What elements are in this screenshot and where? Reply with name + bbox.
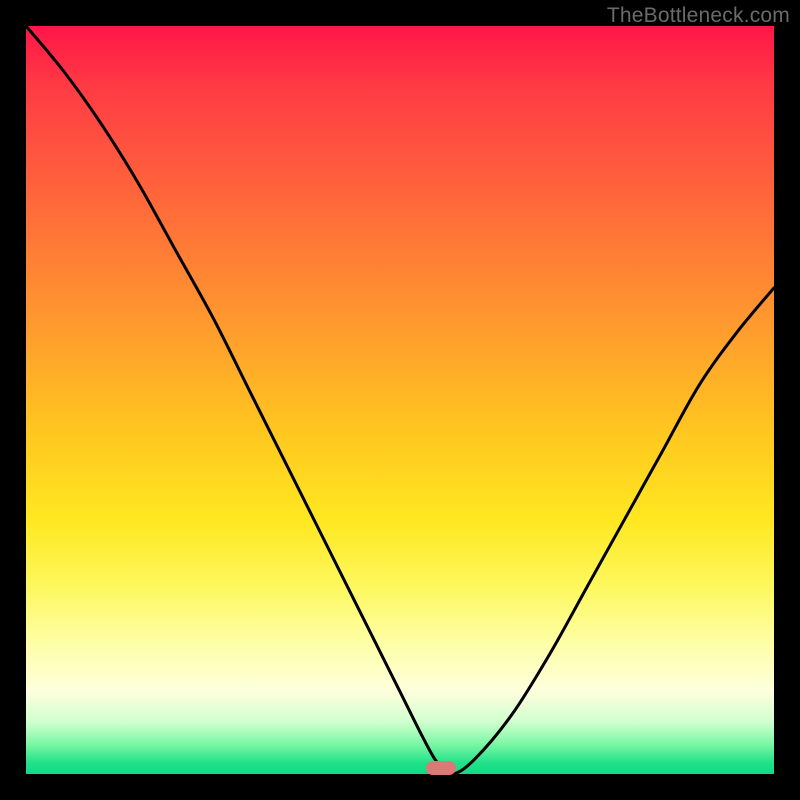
watermark-text: TheBottleneck.com	[607, 4, 790, 28]
curve-path	[26, 26, 774, 774]
optimum-marker	[426, 761, 456, 775]
chart-frame: TheBottleneck.com	[0, 0, 800, 800]
bottleneck-curve	[26, 26, 774, 774]
plot-area	[26, 26, 774, 774]
